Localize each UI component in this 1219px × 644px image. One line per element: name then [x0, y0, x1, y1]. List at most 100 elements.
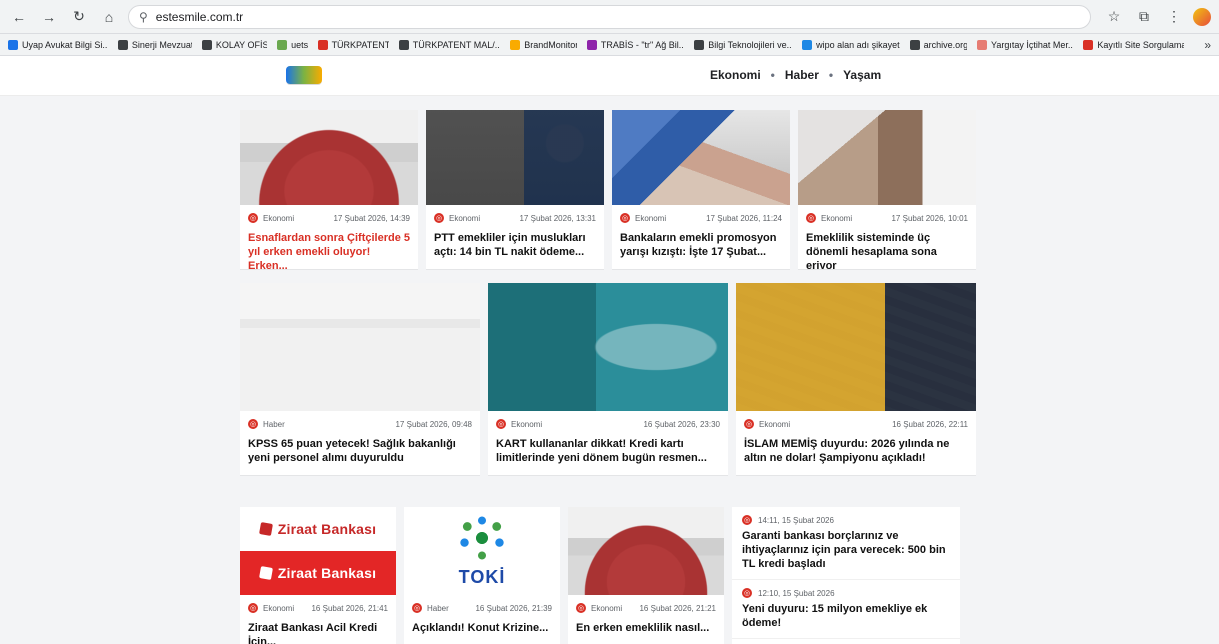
bookmark-item[interactable]: TÜRKPATENT: [317, 39, 389, 50]
right-news-item[interactable]: ◎ 12:10, 15 Şubat 2026 Yeni duyuru: 15 mil…: [732, 580, 960, 639]
news-image[interactable]: [240, 283, 480, 411]
bookmark-item[interactable]: Sinerji Mevzuat: [117, 39, 192, 50]
news-card[interactable]: ◎ Ekonomi 17 Şubat 2026, 13:31 PTT emeklile…: [426, 110, 604, 269]
news-title[interactable]: KART kullananlar dikkat! Kredi kartı lim…: [488, 431, 728, 475]
news-meta: ◎ Ekonomi 16 Şubat 2026, 21:41: [240, 595, 396, 615]
news-category[interactable]: Haber: [427, 604, 449, 613]
news-title[interactable]: PTT emekliler için muslukları açtı: 14 b…: [426, 225, 604, 269]
site-header: Ekonomi • Haber • Yaşam: [0, 56, 1219, 96]
bookmark-item[interactable]: archive.org: [909, 39, 967, 50]
bookmark-favicon-icon: [201, 39, 212, 50]
bookmark-label: TÜRKPATENT MAL/...: [412, 39, 501, 50]
news-category[interactable]: Ekonomi: [263, 214, 294, 223]
news-card[interactable]: ◎ Ekonomi 17 Şubat 2026, 14:39 Esnaflardan …: [240, 110, 418, 269]
news-image[interactable]: [426, 110, 604, 205]
bookmark-favicon-icon: [277, 39, 288, 50]
bookmark-item[interactable]: Uyap Avukat Bilgi Si...: [8, 39, 108, 50]
bookmark-favicon-icon: [317, 39, 328, 50]
news-image[interactable]: [612, 110, 790, 205]
profile-avatar[interactable]: [1193, 7, 1211, 26]
news-image[interactable]: [736, 283, 976, 411]
news-card[interactable]: ◎ Ekonomi 16 Şubat 2026, 22:11 İSLAM MEMİŞ …: [736, 283, 976, 475]
news-title[interactable]: Emeklilik sisteminde üç dönemli hesaplam…: [798, 225, 976, 269]
news-meta-left: ◎ Haber: [412, 603, 449, 613]
news-image[interactable]: [798, 110, 976, 205]
news-date: 17 Şubat 2026, 11:24: [706, 213, 782, 223]
bookmark-item[interactable]: TRABİS - "tr" Ağ Bil...: [586, 39, 685, 50]
news-category[interactable]: Ekonomi: [591, 604, 622, 613]
address-bar[interactable]: ⚲ estesmile.com.tr: [128, 4, 1091, 29]
news-category[interactable]: Ekonomi: [635, 214, 666, 223]
right-news-title[interactable]: Garanti bankası borçlarınız ve ihtiyaçla…: [742, 529, 950, 571]
news-card[interactable]: ◎ Ekonomi 17 Şubat 2026, 11:24 Bankaların e…: [612, 110, 790, 269]
bookmark-item[interactable]: BrandMonitor: [510, 39, 577, 50]
news-row-3: Ziraat Bankası Ziraat Bankası ◎ Ekonomi 16 Ş…: [240, 507, 978, 644]
right-news-item[interactable]: ◎ 14:11, 15 Şubat 2026 Garanti bankası bor…: [732, 507, 960, 580]
news-card[interactable]: ◎ Ekonomi 16 Şubat 2026, 21:21 En erken eme…: [568, 507, 724, 644]
menu-icon[interactable]: ⋮: [1163, 6, 1185, 28]
news-title[interactable]: Esnaflardan sonra Çiftçilerde 5 yıl erke…: [240, 225, 418, 269]
news-image[interactable]: TOKİ: [404, 507, 560, 595]
right-news-list: ◎ 14:11, 15 Şubat 2026 Garanti bankası bor…: [732, 507, 960, 644]
news-title[interactable]: Bankaların emekli promosyon yarışı kızış…: [612, 225, 790, 269]
category-icon: ◎: [248, 603, 258, 613]
content-container: ◎ Ekonomi 17 Şubat 2026, 14:39 Esnaflardan …: [240, 110, 978, 644]
content-area: ◎ Ekonomi 17 Şubat 2026, 14:39 Esnaflardan …: [0, 96, 1219, 644]
bookmark-item[interactable]: TÜRKPATENT MAL/...: [398, 39, 501, 50]
news-title[interactable]: KPSS 65 puan yetecek! Sağlık bakanlığı y…: [240, 431, 480, 475]
site-logo[interactable]: [286, 66, 322, 84]
bookmark-item[interactable]: Kayıtlı Site Sorgulama: [1083, 39, 1184, 50]
extensions-icon[interactable]: ⧉: [1133, 6, 1155, 28]
top-nav-separator: •: [770, 68, 775, 82]
bookmark-favicon-icon: [694, 39, 705, 50]
top-nav-link[interactable]: Haber: [785, 68, 819, 82]
news-card[interactable]: Ziraat Bankası Ziraat Bankası ◎ Ekonomi 16 Ş…: [240, 507, 396, 644]
news-card[interactable]: TOKİ ◎ Haber 16 Şubat 2026, 21:39 Açıklandı!…: [404, 507, 560, 644]
bookmark-item[interactable]: Yargıtay İçtihat Mer...: [976, 39, 1074, 50]
bookmark-label: archive.org: [923, 39, 967, 50]
news-category[interactable]: Ekonomi: [263, 604, 294, 613]
top-nav-link[interactable]: Yaşam: [843, 68, 881, 82]
news-category[interactable]: Ekonomi: [821, 214, 852, 223]
bookmark-item[interactable]: uets: [277, 39, 308, 50]
bookmark-item[interactable]: Bilgi Teknolojileri ve...: [694, 39, 792, 50]
news-category[interactable]: Haber: [263, 420, 285, 429]
bookmarks-overflow-icon[interactable]: »: [1204, 38, 1211, 52]
news-category[interactable]: Ekonomi: [449, 214, 480, 223]
home-icon[interactable]: ⌂: [98, 6, 120, 28]
bookmark-favicon-icon: [586, 39, 597, 50]
news-category[interactable]: Ekonomi: [511, 420, 542, 429]
news-image[interactable]: Ziraat Bankası Ziraat Bankası: [240, 507, 396, 595]
reload-icon[interactable]: ↻: [68, 6, 90, 28]
news-image[interactable]: [568, 507, 724, 595]
news-card[interactable]: ◎ Ekonomi 16 Şubat 2026, 23:30 KART kullana…: [488, 283, 728, 475]
bookmark-label: Uyap Avukat Bilgi Si...: [22, 39, 108, 50]
star-icon[interactable]: ☆: [1103, 6, 1125, 28]
news-date: 16 Şubat 2026, 23:30: [643, 419, 720, 429]
news-title[interactable]: En erken emeklilik nasıl...: [568, 615, 724, 644]
back-arrow-icon[interactable]: ←: [8, 6, 30, 28]
category-icon: ◎: [412, 603, 422, 613]
news-date: 17 Şubat 2026, 14:39: [333, 213, 410, 223]
forward-arrow-icon[interactable]: →: [38, 6, 60, 28]
news-title[interactable]: Açıklandı! Konut Krizine...: [404, 615, 560, 644]
bookmark-favicon-icon: [510, 39, 521, 50]
news-card[interactable]: ◎ Haber 17 Şubat 2026, 09:48 KPSS 65 puan y…: [240, 283, 480, 475]
news-meta: ◎ Haber 16 Şubat 2026, 21:39: [404, 595, 560, 615]
news-card[interactable]: ◎ Ekonomi 17 Şubat 2026, 10:01 Emeklilik si…: [798, 110, 976, 269]
bookmark-item[interactable]: wipo alan adı şikayeti: [802, 39, 900, 50]
bookmark-item[interactable]: KOLAY OFİS: [201, 39, 267, 50]
site-info-icon[interactable]: ⚲: [139, 10, 148, 24]
top-nav-link[interactable]: Ekonomi: [710, 68, 761, 82]
news-title[interactable]: Ziraat Bankası Acil Kredi İçin...: [240, 615, 396, 644]
news-image[interactable]: [240, 110, 418, 205]
bookmark-label: Yargıtay İçtihat Mer...: [990, 39, 1074, 50]
news-title[interactable]: İSLAM MEMİŞ duyurdu: 2026 yılında ne alt…: [736, 431, 976, 475]
news-meta: ◎ Ekonomi 17 Şubat 2026, 11:24: [612, 205, 790, 225]
bookmark-label: TRABİS - "tr" Ağ Bil...: [600, 39, 685, 50]
news-image[interactable]: [488, 283, 728, 411]
news-category[interactable]: Ekonomi: [759, 420, 790, 429]
right-news-title[interactable]: Yeni duyuru: 15 milyon emekliye ek ödeme…: [742, 602, 950, 630]
category-icon: ◎: [248, 213, 258, 223]
category-icon: ◎: [742, 515, 752, 525]
